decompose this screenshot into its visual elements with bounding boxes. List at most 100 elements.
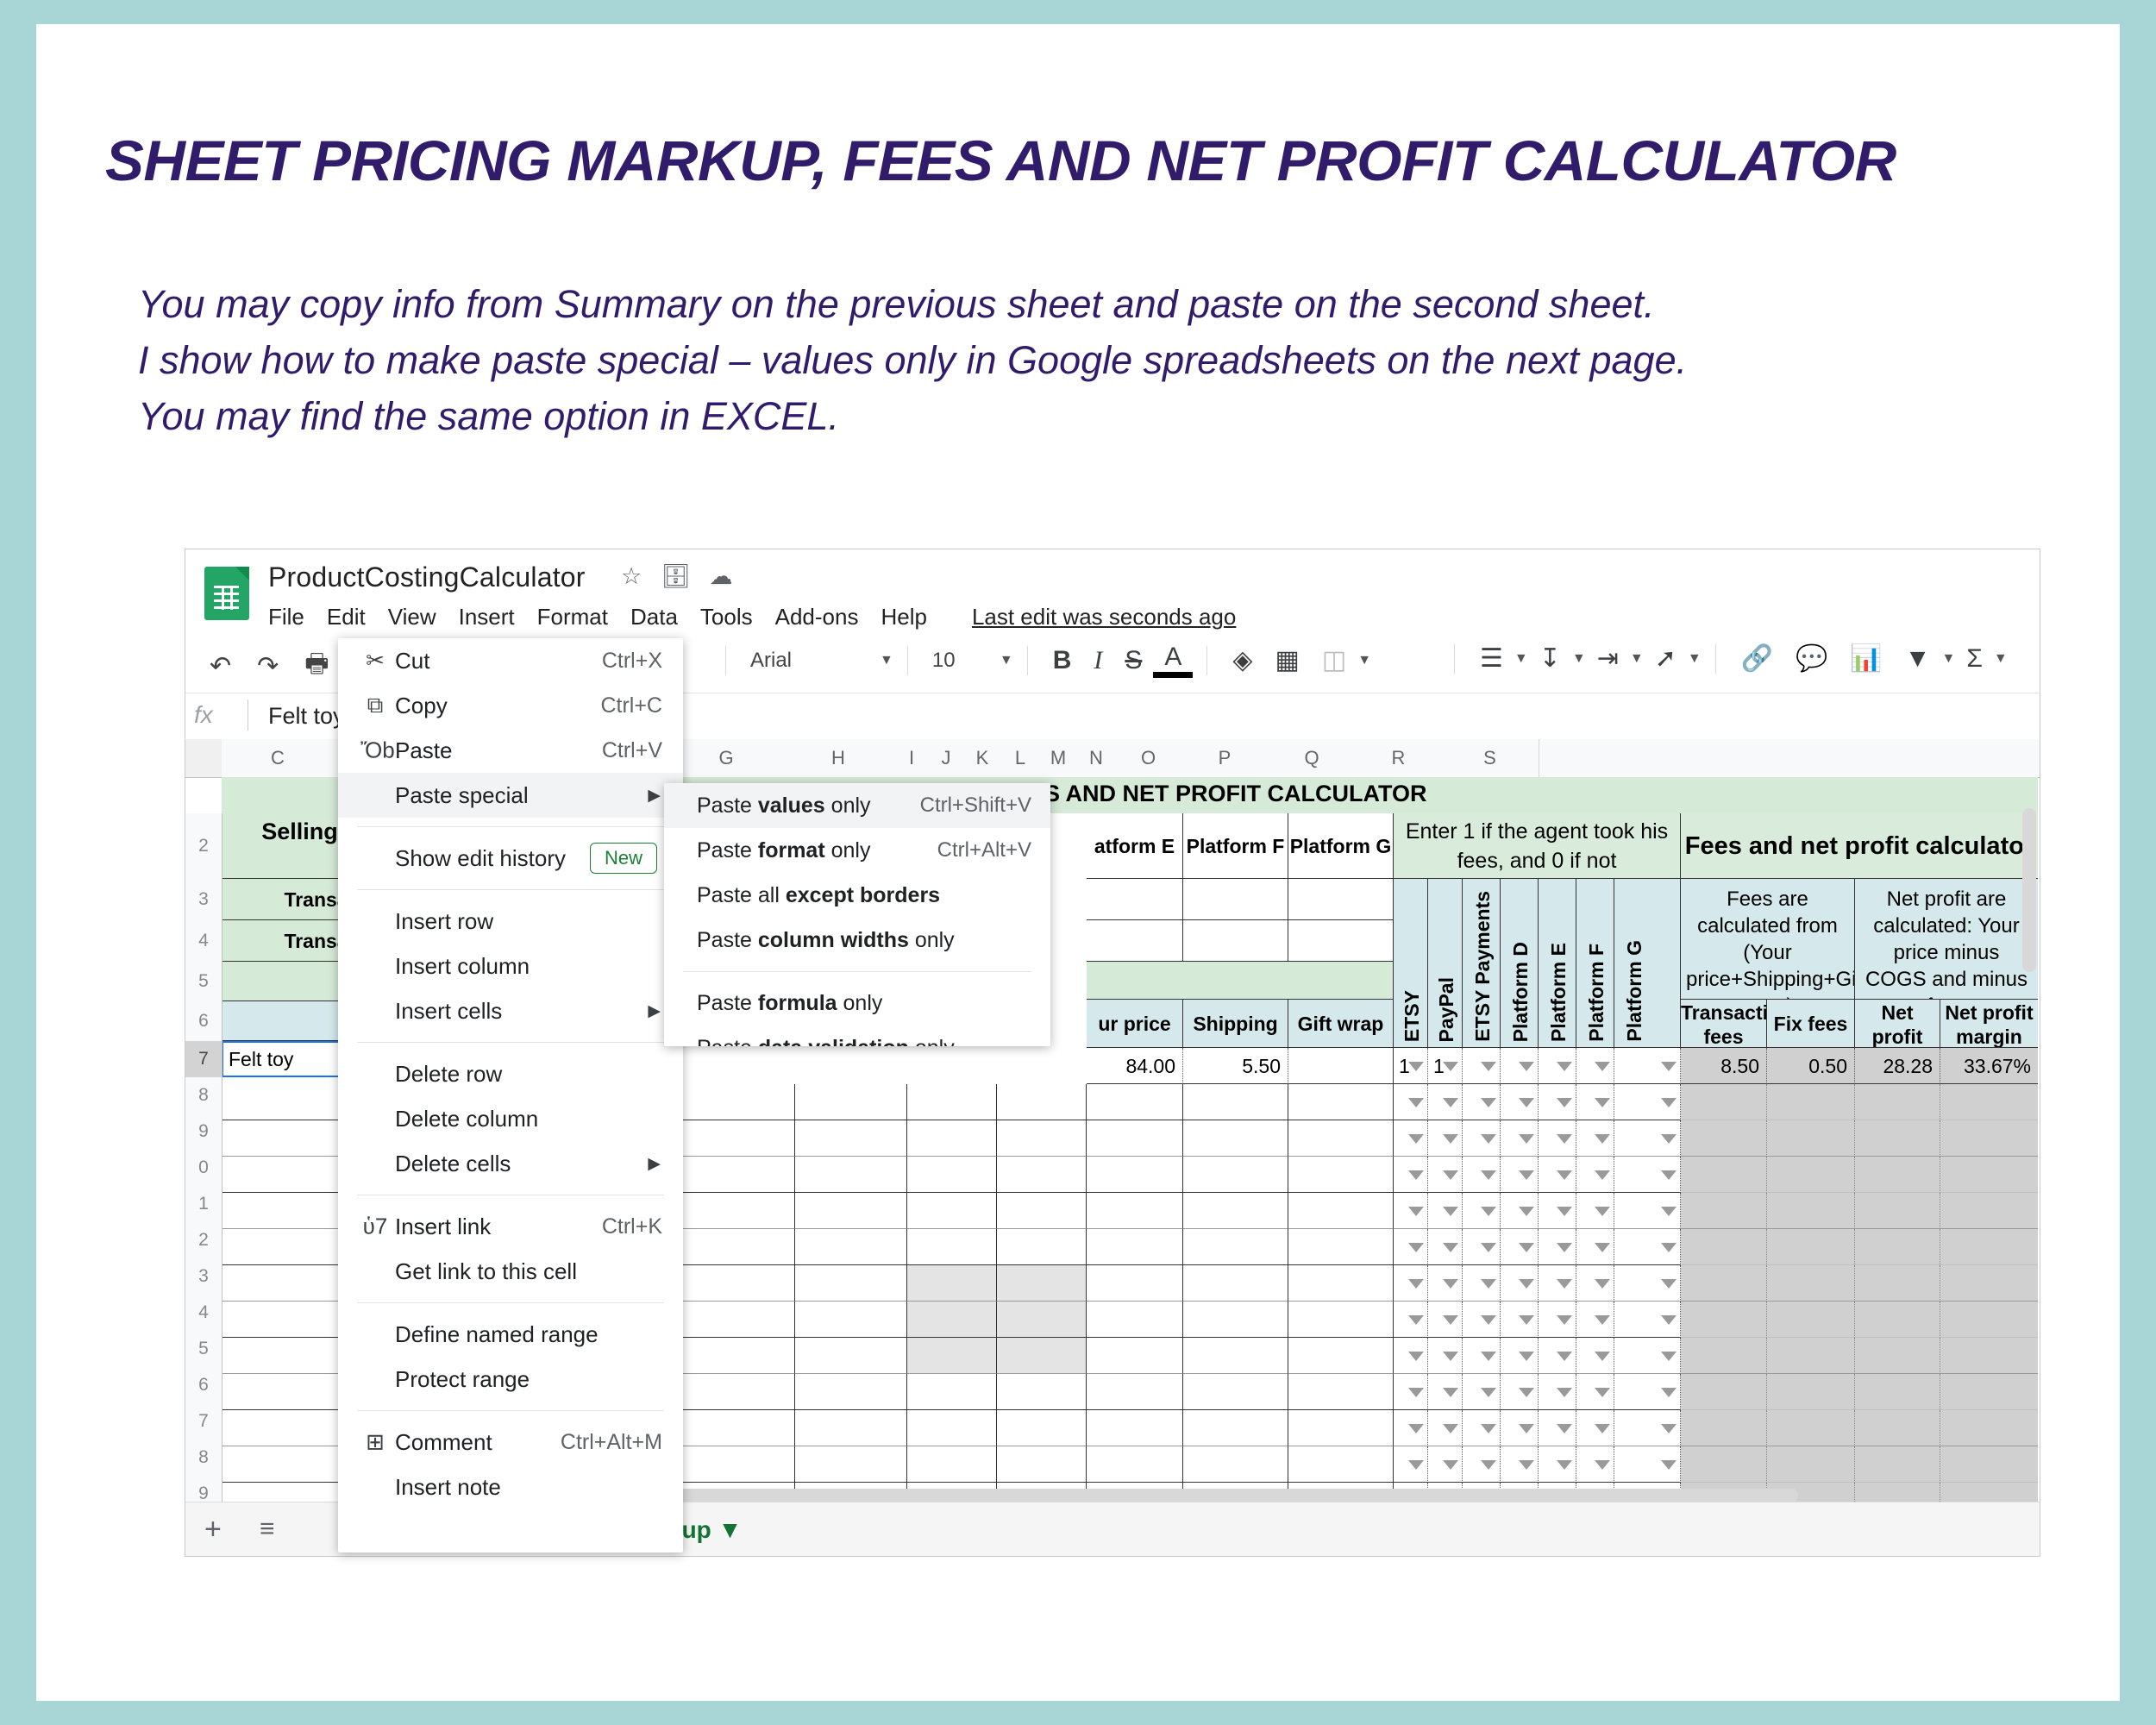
menu-item-delete-cells[interactable]: Delete cells ▶ [338,1141,683,1186]
chevron-down-icon[interactable] [1408,1133,1424,1144]
corner-cell[interactable] [185,739,222,777]
agent-dropdown-cell[interactable] [1394,1374,1428,1410]
grid-cell[interactable] [1288,1374,1394,1410]
italic-button[interactable]: I [1082,646,1113,675]
chevron-down-icon[interactable] [1557,1242,1572,1252]
chevron-down-icon[interactable] [1481,1206,1496,1216]
grid-cell[interactable] [1087,879,1183,920]
grid-cell[interactable] [1183,1374,1288,1410]
chevron-down-icon[interactable] [1408,1351,1424,1361]
chevron-down-icon[interactable] [1408,1061,1424,1071]
chevron-down-icon[interactable] [1595,1061,1610,1071]
grid-cell[interactable] [1288,1084,1394,1120]
chevron-down-icon[interactable] [1443,1061,1458,1071]
grid-cell[interactable] [907,1265,997,1302]
grid-cell[interactable] [795,1120,907,1157]
menu-addons[interactable]: Add-ons [775,604,859,630]
agent-dropdown-cell[interactable] [1576,1374,1614,1410]
cloud-saved-icon[interactable]: ☁ [710,565,733,588]
grid-cell[interactable] [1288,920,1394,962]
agent-dropdown-cell[interactable] [1576,1265,1614,1302]
row-header-8[interactable]: 0 [185,1150,222,1187]
chevron-down-icon[interactable] [1443,1206,1458,1216]
chevron-down-icon[interactable] [1408,1097,1424,1107]
agent-dropdown-cell[interactable] [1576,1410,1614,1446]
agent-dropdown-cell[interactable] [1614,1157,1681,1193]
agent-dropdown-cell[interactable] [1428,1120,1463,1157]
grid-cell[interactable] [795,1157,907,1193]
agent-dropdown-cell[interactable] [1463,1302,1501,1338]
column-header-i[interactable]: I [894,739,930,777]
menu-item-insert-note[interactable]: Insert note [338,1465,683,1509]
chevron-down-icon[interactable] [1595,1278,1610,1289]
formula-input[interactable]: Felt toy [268,703,345,730]
grid-cell[interactable] [683,1374,795,1410]
menu-item-copy[interactable]: ⧉ Copy Ctrl+C [338,683,683,728]
agent-dropdown-cell[interactable] [1501,1302,1539,1338]
chevron-down-icon[interactable] [1557,1459,1572,1470]
grid-cell[interactable] [1087,920,1183,962]
column-header-p[interactable]: P [1181,739,1269,777]
text-wrap-icon[interactable]: ⇥ [1586,643,1630,674]
grid-cell[interactable] [683,1193,795,1229]
chevron-down-icon[interactable] [1443,1314,1458,1325]
chevron-down-icon[interactable] [1408,1170,1424,1180]
grid-cell[interactable] [1288,1265,1394,1302]
agent-dropdown-cell[interactable] [1576,1157,1614,1193]
undo-icon[interactable]: ↶ [210,651,231,681]
chevron-down-icon[interactable] [1595,1133,1610,1144]
agent-dropdown-cell[interactable] [1539,1193,1576,1229]
menu-file[interactable]: File [268,604,304,630]
agent-dropdown-cell[interactable] [1539,1229,1576,1265]
grid-cell[interactable] [795,1338,907,1374]
grid-cell[interactable] [1087,1229,1183,1265]
merge-cells-icon[interactable]: ◫ [1311,645,1357,675]
grid-cell[interactable] [907,1157,997,1193]
font-name-select[interactable]: Arial [740,649,880,673]
chevron-down-icon[interactable] [1661,1351,1677,1361]
agent-dropdown-cell[interactable] [1539,1410,1576,1446]
row-header-10[interactable]: 2 [185,1222,222,1259]
chevron-down-icon[interactable] [1519,1133,1534,1144]
grid-cell[interactable] [1087,1446,1183,1483]
agent-dropdown-cell[interactable] [1463,1374,1501,1410]
column-header-m[interactable]: M [1039,739,1078,777]
row-header-0[interactable]: 2 [185,813,222,880]
chevron-down-icon[interactable] [1595,1423,1610,1433]
column-header-n[interactable]: N [1077,739,1116,777]
text-color-button[interactable]: A [1153,643,1194,678]
column-header-l[interactable]: L [1001,739,1040,777]
row-header-12[interactable]: 4 [185,1295,222,1332]
grid-cell[interactable] [997,1265,1087,1302]
agent-dropdown-cell[interactable] [1539,1374,1576,1410]
chevron-down-icon[interactable] [1481,1170,1496,1180]
column-header-s[interactable]: S [1441,739,1539,777]
paste-special-submenu[interactable]: Paste values only Ctrl+Shift+V Paste forma… [664,783,1050,1046]
grid-cell[interactable] [1087,1302,1183,1338]
menu-item-insert-cells[interactable]: Insert cells ▶ [338,988,683,1033]
star-icon[interactable]: ☆ [621,565,642,588]
paste-special-item-formula[interactable]: Paste formula only [664,981,1050,1026]
chevron-down-icon[interactable] [1557,1206,1572,1216]
grid-cell[interactable] [997,1338,1087,1374]
menu-item-cut[interactable]: ✂ Cut Ctrl+X [338,638,683,683]
chevron-down-icon[interactable]: ▼ [1357,653,1371,668]
chevron-down-icon[interactable] [1519,1242,1534,1252]
agent-dropdown-cell[interactable] [1394,1302,1428,1338]
chevron-down-icon[interactable] [1408,1278,1424,1289]
grid-cell[interactable] [907,1338,997,1374]
agent-dropdown-cell[interactable] [1501,1410,1539,1446]
grid-cell[interactable] [795,1302,907,1338]
menu-item-delete-column[interactable]: Delete column [338,1096,683,1141]
menu-item-show-edit-history[interactable]: Show edit history New [338,836,683,881]
chevron-down-icon[interactable] [1481,1097,1496,1107]
menu-edit[interactable]: Edit [327,604,366,630]
agent-dropdown-cell[interactable] [1463,1229,1501,1265]
agent-dropdown-cell[interactable] [1394,1446,1428,1483]
agent-dropdown-cell[interactable] [1614,1265,1681,1302]
chevron-down-icon[interactable] [1661,1278,1677,1289]
agent-value-cell-1[interactable]: 1 [1428,1048,1463,1084]
chevron-down-icon[interactable] [1443,1459,1458,1470]
chevron-down-icon[interactable] [1661,1133,1677,1144]
menu-view[interactable]: View [388,604,436,630]
